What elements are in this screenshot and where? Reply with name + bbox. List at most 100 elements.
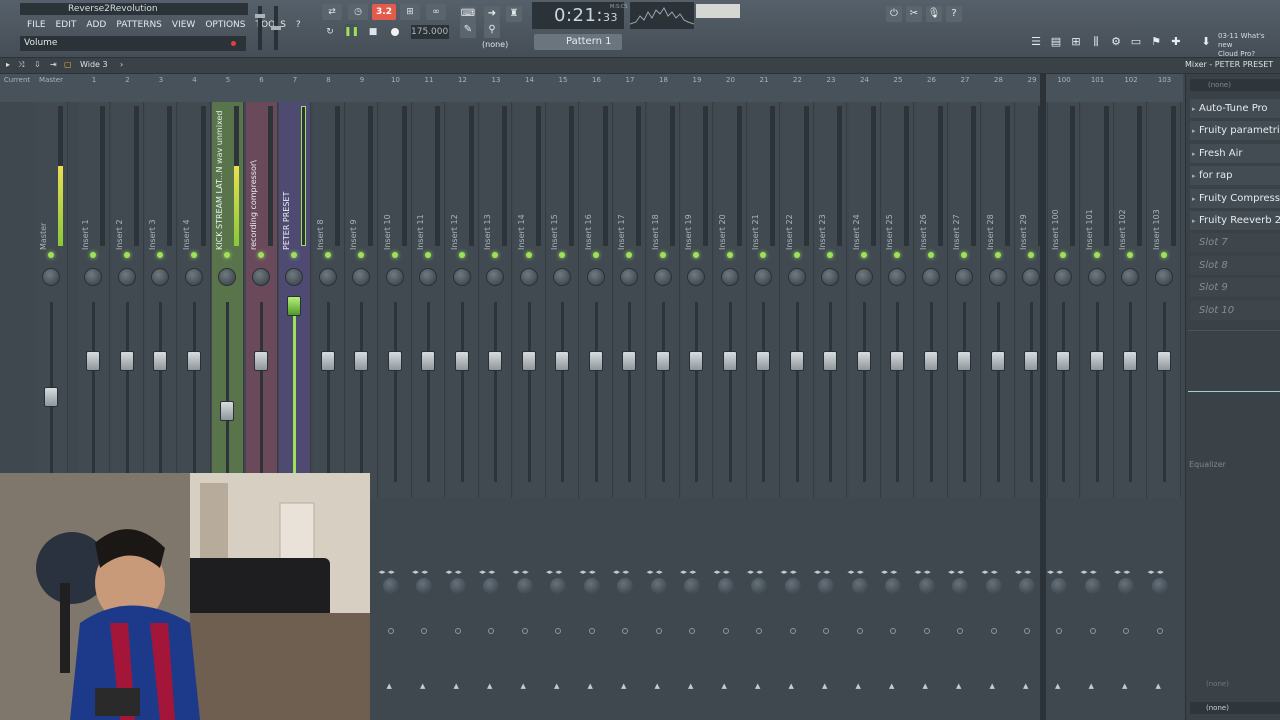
volume-fader[interactable] [689,350,703,371]
route-switch[interactable] [1024,628,1030,634]
route-switch[interactable] [387,628,394,634]
equalizer-graph[interactable] [1188,330,1280,454]
route-arrows-icon[interactable]: ◂▸ ◂▸ [680,568,696,576]
channel-rack-icon[interactable]: ⊞ [1068,34,1084,50]
track-name[interactable]: Insert 28 [986,110,1000,250]
route-up-icon[interactable]: ▲ [621,682,626,690]
send-knob[interactable] [449,578,466,594]
route-arrows-icon[interactable]: ◂▸ ◂▸ [647,568,663,576]
mute-switch[interactable] [358,252,364,258]
effect-slot-1[interactable]: ▸ Auto-Tune Pro [1190,99,1280,119]
mixer-track-1[interactable]: Insert 1 [78,102,110,498]
volume-fader[interactable] [186,350,201,371]
mute-switch[interactable] [425,252,431,258]
mute-switch[interactable] [224,252,230,258]
send-knob[interactable] [851,578,868,594]
route-up-icon[interactable]: ▲ [1156,682,1161,690]
route-switch[interactable] [454,628,461,634]
route-up-icon[interactable]: ▲ [387,682,392,690]
track-name[interactable]: Insert 10 [383,110,397,250]
pan-knob[interactable] [1022,268,1040,286]
track-name[interactable]: Insert 18 [651,110,665,250]
route-switch[interactable] [421,628,427,634]
effect-slot-empty-8[interactable]: Slot 8 [1190,255,1280,276]
pan-knob[interactable] [553,268,571,286]
input-selector[interactable]: (none) [1190,79,1280,91]
effect-slot-empty-10[interactable]: Slot 10 [1190,300,1280,321]
slot-arrow-icon[interactable]: ▸ [1192,99,1196,118]
route-up-icon[interactable]: ▲ [454,682,459,690]
pan-knob[interactable] [84,268,102,286]
mixer-track-13[interactable]: Insert 13 [480,102,512,498]
mixer-track-27[interactable]: Insert 27 [949,102,981,498]
send-knob[interactable] [550,578,566,594]
track-name[interactable]: recording compressor\ [249,110,263,250]
mixer-track-2[interactable]: Insert 2 [111,102,144,498]
route-arrows-icon[interactable]: ◂▸ ◂▸ [714,568,730,576]
volume-fader[interactable] [421,350,435,371]
mixer-track-7[interactable]: PETER PRESET [279,102,311,498]
effect-slot-2[interactable]: ▸Fruity parametric EQ [1190,121,1280,142]
piano-roll-icon[interactable]: ▤ [1048,34,1064,50]
track-name[interactable]: PETER PRESET [282,110,296,250]
mixer-track-19[interactable]: Insert 19 [681,102,713,498]
microphone-icon[interactable]: 🎙 [926,6,942,22]
pan-knob[interactable] [586,268,605,286]
volume-fader[interactable] [722,350,737,371]
track-name[interactable]: Insert 13 [483,110,497,250]
track-name[interactable]: Insert 27 [952,110,966,250]
menu-item-add[interactable]: ADD [81,18,111,32]
route-up-icon[interactable]: ▲ [755,682,760,690]
pan-knob[interactable] [452,268,471,286]
route-arrows-icon[interactable]: ◂▸ ◂▸ [546,568,562,576]
route-switch[interactable] [689,628,695,634]
mute-switch[interactable] [1160,252,1167,258]
track-name[interactable]: Insert 29 [1019,110,1033,250]
route-switch[interactable] [555,628,561,634]
track-name[interactable]: Insert 8 [316,110,330,250]
volume-fader[interactable] [1156,350,1171,371]
mixer-track-6[interactable]: recording compressor\ [245,102,278,498]
menu-item-edit[interactable]: EDIT [51,18,82,32]
route-switch[interactable] [823,628,829,634]
mute-switch[interactable] [190,252,197,258]
mute-switch[interactable] [827,252,833,258]
export-icon[interactable]: ⇩ [34,60,41,69]
menu-item-view[interactable]: VIEW [167,18,200,32]
pan-knob[interactable] [419,268,437,286]
mixer-track-21[interactable]: Insert 21 [748,102,780,498]
send-knob[interactable] [1019,578,1035,594]
route-switch[interactable] [856,628,863,634]
effect-slot-6[interactable]: ▸ Fruity Reeverb 2 [1190,211,1280,231]
route-up-icon[interactable]: ▲ [1023,682,1028,690]
mixer-track-16[interactable]: Insert 16 [580,102,613,498]
pan-knob[interactable] [1054,268,1072,286]
slot-arrow-icon[interactable]: ▸ [1192,166,1196,185]
route-up-icon[interactable]: ▲ [420,682,425,690]
mute-switch[interactable] [994,252,1001,258]
pan-knob[interactable] [218,268,236,286]
route-arrows-icon[interactable]: ◂▸ ◂▸ [1148,568,1164,576]
route-switch[interactable] [521,628,528,634]
route-arrows-icon[interactable]: ◂▸ ◂▸ [613,568,629,576]
volume-fader[interactable] [1056,350,1070,371]
track-name[interactable]: Insert 20 [718,110,732,250]
send-knob[interactable] [885,578,901,594]
send-knob[interactable] [784,578,801,594]
plugin-picker-icon[interactable]: ⚙ [1108,34,1124,50]
route-arrows-icon[interactable]: ◂▸ ◂▸ [1047,568,1063,576]
effect-slot-3[interactable]: ▸ Fresh Air [1190,143,1280,164]
route-up-icon[interactable]: ▲ [1122,682,1127,690]
route-arrows-icon[interactable]: ◂▸ ◂▸ [948,568,964,576]
track-name[interactable]: Insert 103 [1152,110,1166,250]
pan-knob[interactable] [988,268,1007,286]
track-name[interactable]: Insert 15 [550,110,564,250]
volume-fader[interactable] [789,350,804,371]
route-up-icon[interactable]: ▲ [1055,682,1060,690]
route-arrows-icon[interactable]: ◂▸ ◂▸ [982,568,998,576]
route-up-icon[interactable]: ▲ [521,682,526,690]
mute-switch[interactable] [90,252,96,258]
route-arrows-icon[interactable]: ◂▸ ◂▸ [412,568,428,576]
pan-knob[interactable] [955,268,973,286]
mic-settings-icon[interactable]: ✚ [1168,34,1184,50]
